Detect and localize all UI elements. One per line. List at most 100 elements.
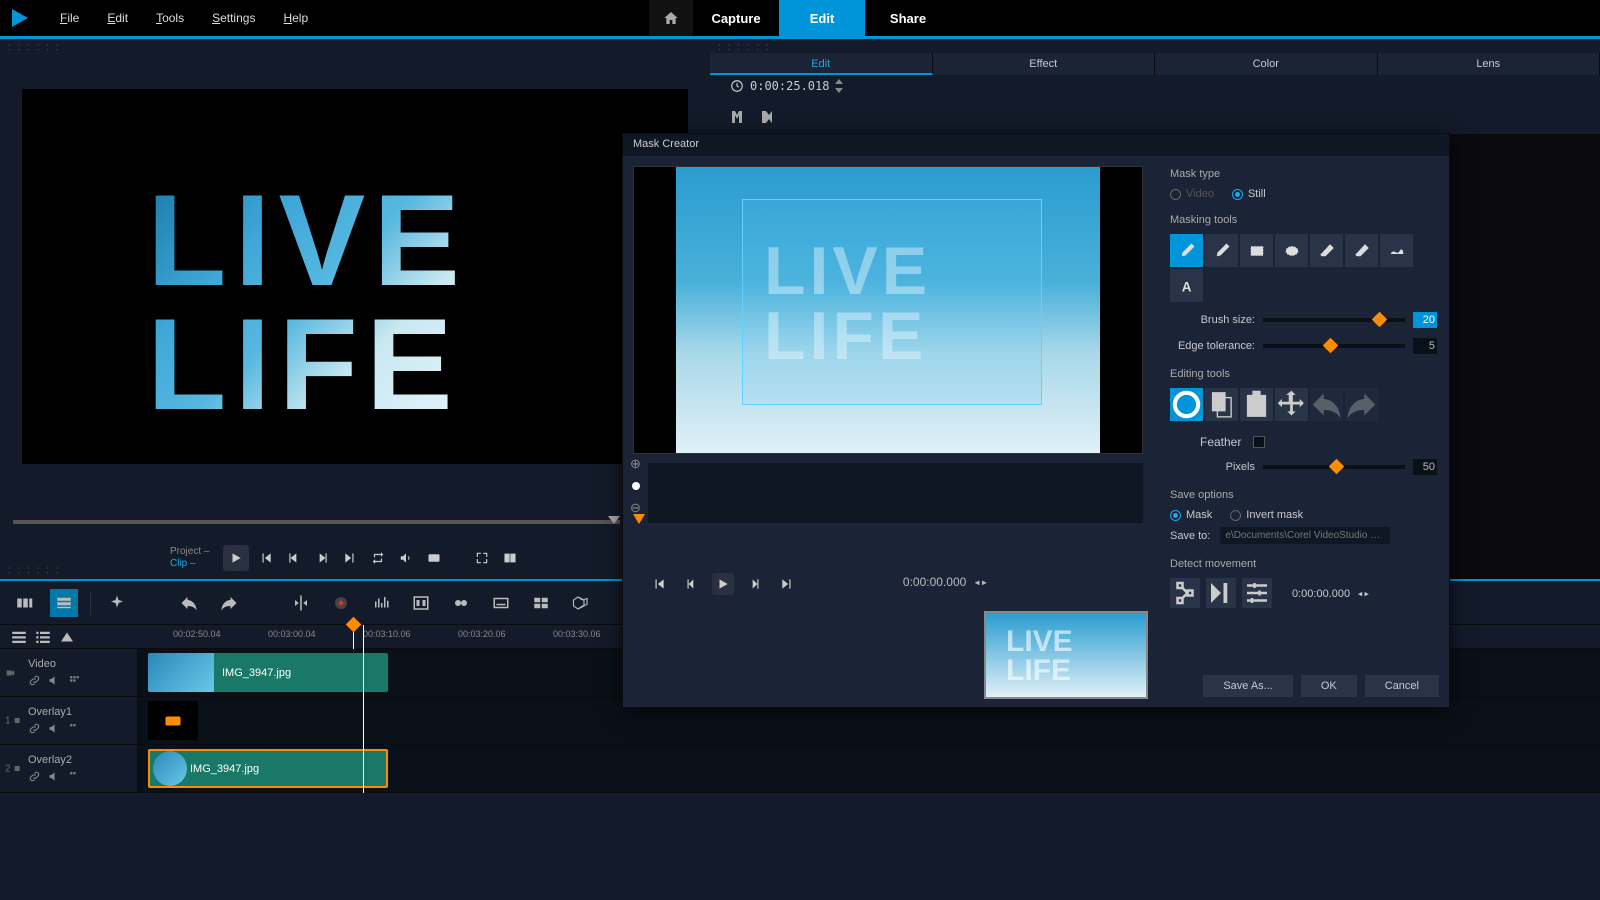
overlay-clip-selected[interactable]: IMG_3947.jpg [148, 749, 388, 788]
rtab-effect[interactable]: Effect [933, 53, 1156, 75]
detect-timecode[interactable]: 0:00:00.000 ◂▸ [1292, 587, 1370, 600]
smart-brush-tool[interactable] [1205, 234, 1238, 267]
list-toggle[interactable] [10, 628, 28, 646]
menu-settings[interactable]: Settings [198, 11, 269, 25]
menu-help[interactable]: Help [269, 11, 322, 25]
ok-button[interactable]: OK [1301, 675, 1357, 697]
fullscreen-button[interactable] [471, 547, 493, 569]
undo-mask[interactable] [1310, 388, 1343, 421]
spinner-icon[interactable] [835, 79, 843, 93]
rect-tool[interactable] [1240, 234, 1273, 267]
timeline-view-button[interactable] [50, 589, 78, 617]
pixels-slider[interactable] [1263, 465, 1405, 469]
go-end-button[interactable] [339, 547, 361, 569]
detect-all-button[interactable] [1242, 578, 1272, 608]
scrub-marker[interactable] [608, 516, 620, 528]
3d-title-button[interactable] [567, 589, 595, 617]
mask-timecode[interactable]: 0:00:00.000 ◂▸ [903, 575, 988, 589]
filter-icon[interactable] [68, 722, 81, 735]
edge-tolerance-value[interactable]: 5 [1413, 338, 1437, 354]
save-to-path[interactable]: e\Documents\Corel VideoStudio Pro\22.0 [1220, 527, 1390, 544]
zoom-in-icon[interactable]: ⊕ [630, 456, 641, 472]
timecode-display[interactable]: 0:00:25.018 [730, 79, 843, 93]
redo-button[interactable] [215, 589, 243, 617]
redo-mask[interactable] [1345, 388, 1378, 421]
radio-video[interactable]: Video [1170, 188, 1214, 200]
next-frame-button[interactable] [311, 547, 333, 569]
text-tool[interactable]: A [1170, 269, 1203, 302]
mode-clip[interactable]: Clip [170, 558, 187, 569]
mute-icon[interactable] [48, 722, 61, 735]
menu-file[interactable]: File [46, 11, 93, 25]
move-mask-tool[interactable] [1170, 388, 1203, 421]
mask-go-end[interactable] [776, 573, 798, 595]
eraser-tool[interactable] [1310, 234, 1343, 267]
mask-scrub-marker[interactable] [633, 514, 645, 529]
split-clip-button[interactable] [287, 589, 315, 617]
link-icon[interactable] [28, 722, 41, 735]
copy-tool[interactable] [1205, 388, 1238, 421]
zoom-slider[interactable] [632, 482, 640, 490]
tools-button[interactable] [103, 589, 131, 617]
radio-invert-mask[interactable]: Invert mask [1230, 509, 1303, 521]
paste-tool[interactable] [1240, 388, 1273, 421]
rtab-lens[interactable]: Lens [1378, 53, 1600, 75]
tab-edit[interactable]: Edit [779, 0, 865, 36]
save-as-button[interactable]: Save As... [1203, 675, 1293, 697]
playhead-line[interactable] [363, 625, 364, 793]
drag-handle[interactable]: : : : : : : [8, 565, 61, 576]
mark-out-icon[interactable] [758, 109, 776, 125]
record-button[interactable] [327, 589, 355, 617]
menu-tools[interactable]: Tools [142, 11, 198, 25]
move-tool[interactable] [1275, 388, 1308, 421]
repeat-button[interactable] [367, 547, 389, 569]
filter-icon[interactable] [68, 770, 81, 783]
volume-button[interactable] [395, 547, 417, 569]
prev-frame-button[interactable] [283, 547, 305, 569]
rtab-edit[interactable]: Edit [710, 53, 933, 75]
tab-capture[interactable]: Capture [693, 0, 779, 36]
brush-size-value[interactable]: 20 [1413, 312, 1437, 328]
ellipse-tool[interactable] [1275, 234, 1308, 267]
feather-checkbox[interactable] [1253, 436, 1265, 448]
play-button[interactable] [223, 545, 249, 571]
brush-tool[interactable] [1170, 234, 1203, 267]
edge-tolerance-slider[interactable] [1263, 344, 1405, 348]
mute-icon[interactable] [48, 674, 61, 687]
filter-icon[interactable] [68, 674, 81, 687]
menu-edit[interactable]: Edit [93, 11, 142, 25]
mask-prev-frame[interactable] [680, 573, 702, 595]
drag-handle[interactable]: : : : : : : [8, 42, 61, 53]
preview-canvas[interactable]: LIVELIFE [22, 89, 688, 464]
detect-end-button[interactable] [1206, 578, 1236, 608]
brush-size-slider[interactable] [1263, 318, 1405, 322]
mask-preview[interactable]: LIVELIFE [633, 166, 1143, 454]
home-button[interactable] [649, 0, 693, 36]
preview-scrubber[interactable] [13, 520, 620, 524]
video-clip[interactable]: IMG_3947.jpg [148, 653, 388, 692]
link-icon[interactable] [28, 770, 41, 783]
list-toggle-2[interactable] [34, 628, 52, 646]
detect-next-button[interactable] [1170, 578, 1200, 608]
radio-mask[interactable]: Mask [1170, 509, 1212, 521]
mask-go-start[interactable] [648, 573, 670, 595]
drag-handle[interactable]: : : : : : : [718, 42, 771, 53]
subtitle-button[interactable] [487, 589, 515, 617]
cancel-button[interactable]: Cancel [1365, 675, 1439, 697]
split-button[interactable] [499, 547, 521, 569]
go-start-button[interactable] [255, 547, 277, 569]
radio-still[interactable]: Still [1232, 188, 1266, 200]
overlay-clip[interactable] [148, 701, 198, 740]
mask-play[interactable] [712, 573, 734, 595]
multicam-button[interactable] [527, 589, 555, 617]
smart-eraser-tool[interactable] [1345, 234, 1378, 267]
expand-up[interactable] [58, 628, 76, 646]
pixels-value[interactable]: 50 [1413, 459, 1437, 475]
storyboard-view-button[interactable] [10, 589, 38, 617]
freehand-tool[interactable] [1380, 234, 1413, 267]
link-icon[interactable] [28, 674, 41, 687]
mute-icon[interactable] [48, 770, 61, 783]
auto-music-button[interactable] [407, 589, 435, 617]
hd-button[interactable] [423, 547, 445, 569]
mask-next-frame[interactable] [744, 573, 766, 595]
